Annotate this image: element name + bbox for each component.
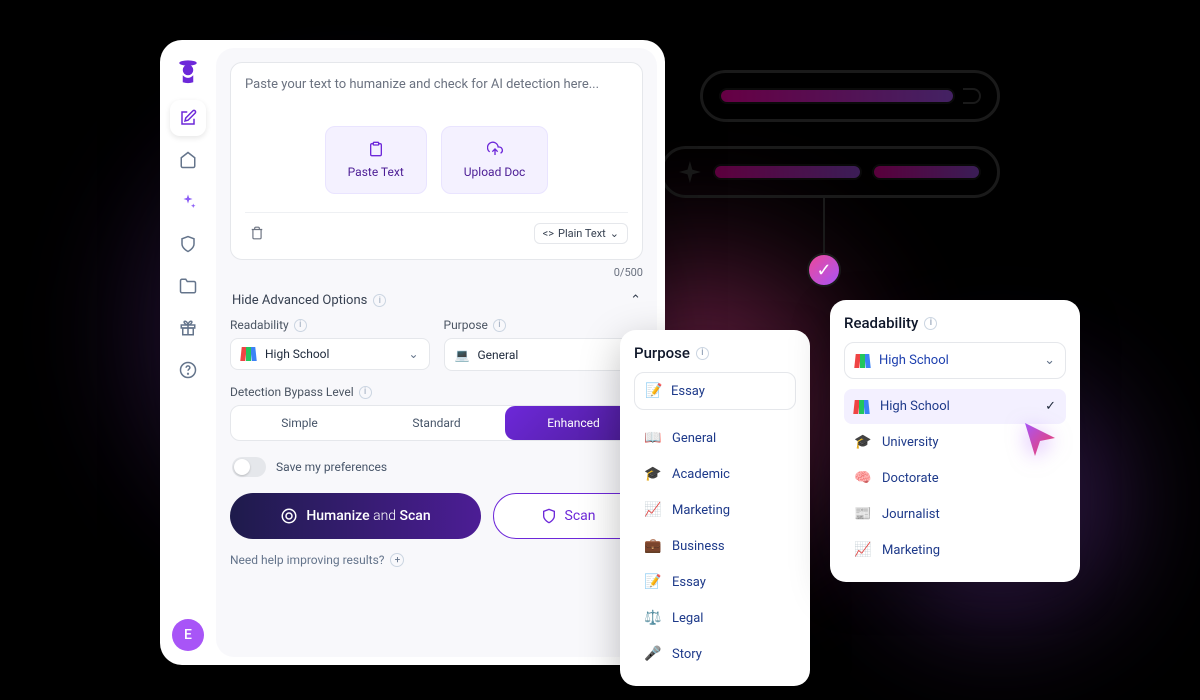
upload-doc-button[interactable]: Upload Doc xyxy=(441,126,549,194)
decorative-bars: ✓ xyxy=(700,70,1000,222)
books-icon xyxy=(855,354,871,368)
purpose-option-business[interactable]: 💼Business xyxy=(634,528,796,564)
readability-option-journalist[interactable]: 📰Journalist xyxy=(844,496,1066,532)
purpose-popup: Purposei 📝Essay 📖General 🎓Academic 📈Mark… xyxy=(620,330,810,686)
nav-edit[interactable] xyxy=(170,100,206,136)
bypass-simple[interactable]: Simple xyxy=(231,406,368,440)
laptop-icon: 💻 xyxy=(455,347,470,362)
purpose-option-general[interactable]: 📖General xyxy=(634,420,796,456)
save-preferences-label: Save my preferences xyxy=(276,460,387,474)
purpose-option-marketing[interactable]: 📈Marketing xyxy=(634,492,796,528)
readability-label: Readability xyxy=(230,318,289,332)
sparkle-icon xyxy=(679,161,701,183)
paste-text-button[interactable]: Paste Text xyxy=(325,126,427,194)
sidebar: E xyxy=(160,40,216,665)
main-panel: Paste your text to humanize and check fo… xyxy=(216,48,657,657)
info-icon: i xyxy=(359,386,372,399)
readability-popup-selected[interactable]: High School ⌄ xyxy=(844,342,1066,379)
advanced-options-toggle[interactable]: Hide Advanced Optionsi ⌃ xyxy=(232,293,641,308)
char-counter: 0/500 xyxy=(230,266,643,279)
app-logo[interactable] xyxy=(172,54,204,86)
purpose-option-academic[interactable]: 🎓Academic xyxy=(634,456,796,492)
info-icon: i xyxy=(924,317,937,330)
readability-select[interactable]: High School ⌄ xyxy=(230,338,430,370)
target-icon xyxy=(280,507,298,525)
bypass-label: Detection Bypass Level xyxy=(230,385,354,399)
readability-option-marketing[interactable]: 📈Marketing xyxy=(844,532,1066,568)
upload-cloud-icon xyxy=(487,141,503,157)
clipboard-icon xyxy=(368,141,384,157)
chevron-down-icon: ⌄ xyxy=(1044,353,1055,368)
trash-icon xyxy=(250,226,264,240)
humanize-scan-button[interactable]: Humanize and Scan xyxy=(230,493,481,539)
chevron-up-icon: ⌃ xyxy=(630,293,641,308)
bypass-segmented: Simple Standard Enhanced xyxy=(230,405,643,441)
purpose-popup-selected[interactable]: 📝Essay xyxy=(634,372,796,410)
help-link[interactable]: Need help improving results? + xyxy=(230,553,643,567)
format-select[interactable]: <> Plain Text ⌄ xyxy=(534,223,628,244)
books-icon xyxy=(241,347,257,361)
books-icon xyxy=(854,400,870,414)
plus-icon: + xyxy=(390,553,404,567)
nav-shield[interactable] xyxy=(170,226,206,262)
check-icon: ✓ xyxy=(807,253,841,287)
shield-icon xyxy=(541,508,557,524)
nav-gift[interactable] xyxy=(170,310,206,346)
user-avatar[interactable]: E xyxy=(172,619,204,651)
chevron-down-icon: ⌄ xyxy=(610,227,619,240)
check-icon: ✓ xyxy=(1045,399,1056,414)
chevron-down-icon: ⌄ xyxy=(408,347,418,361)
purpose-option-essay[interactable]: 📝Essay xyxy=(634,564,796,600)
info-icon: i xyxy=(294,319,307,332)
nav-home[interactable] xyxy=(170,142,206,178)
purpose-select[interactable]: 💻 General ⌄ xyxy=(444,338,644,371)
app-window: E Paste your text to humanize and check … xyxy=(160,40,665,665)
bypass-standard[interactable]: Standard xyxy=(368,406,505,440)
nav-folder[interactable] xyxy=(170,268,206,304)
info-icon: i xyxy=(493,319,506,332)
readability-option-doctorate[interactable]: 🧠Doctorate xyxy=(844,460,1066,496)
cursor-icon xyxy=(1020,418,1060,458)
purpose-option-legal[interactable]: ⚖️Legal xyxy=(634,600,796,636)
nav-help[interactable] xyxy=(170,352,206,388)
info-icon: i xyxy=(373,294,386,307)
clear-button[interactable] xyxy=(245,221,269,245)
purpose-label: Purpose xyxy=(444,318,488,332)
essay-icon: 📝 xyxy=(645,383,663,399)
code-icon: <> xyxy=(543,227,554,240)
editor-placeholder: Paste your text to humanize and check fo… xyxy=(245,77,628,92)
purpose-option-story[interactable]: 🎤Story xyxy=(634,636,796,672)
nav-sparkle[interactable] xyxy=(170,184,206,220)
info-icon: i xyxy=(696,347,709,360)
save-preferences-toggle[interactable] xyxy=(232,457,266,477)
text-editor[interactable]: Paste your text to humanize and check fo… xyxy=(230,62,643,260)
